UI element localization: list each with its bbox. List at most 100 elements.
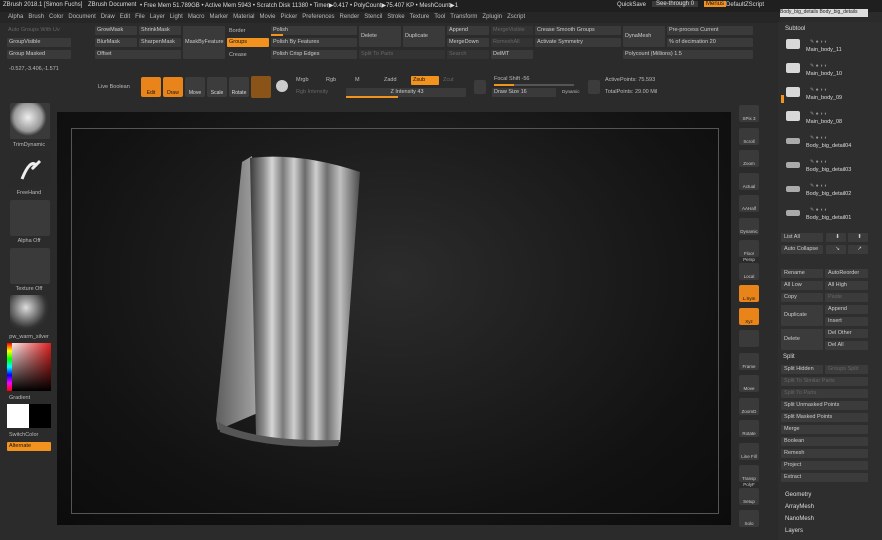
mesh-model[interactable] — [210, 150, 380, 450]
duplicate-button[interactable]: Duplicate — [403, 26, 445, 47]
layers-section[interactable]: Layers — [785, 528, 803, 534]
menu-item-layer[interactable]: Layer — [150, 12, 165, 23]
menu-item-document[interactable]: Document — [68, 12, 95, 23]
shelf-button-dynamic-persp[interactable]: Dynamic Persp — [739, 217, 759, 262]
split-similar-parts-button[interactable]: Split To Similar Parts — [781, 377, 868, 386]
boolean-section[interactable]: Boolean — [781, 437, 868, 446]
mask-by-feature-button[interactable]: MaskByFeature — [183, 26, 225, 59]
shelf-button-actual[interactable]: Actual — [739, 172, 759, 190]
shelf-button-xyz[interactable]: Xyz — [739, 307, 759, 325]
rename-button[interactable]: Rename — [781, 269, 823, 278]
group-masked-button[interactable]: Group Masked — [7, 50, 71, 59]
nanomesh-section[interactable]: NanoMesh — [785, 516, 814, 522]
secondary-color-swatch[interactable] — [29, 404, 51, 428]
delete-subtool-button[interactable]: Delete — [781, 329, 823, 350]
hue-strip[interactable] — [7, 343, 12, 391]
mrgb-toggle[interactable]: Mrgb — [296, 77, 309, 83]
subtool-toggle-icons[interactable]: ✎ ● ◖ ◐ — [810, 87, 827, 93]
subtool-toggle-icons[interactable]: ✎ ● ◖ ◐ — [810, 111, 827, 117]
shelf-button-solo[interactable]: Solo — [739, 510, 759, 527]
material-sphere-icon[interactable] — [251, 76, 271, 98]
subtool-item[interactable]: ✎ ● ◖ ◐ Main_body_09 — [780, 84, 868, 107]
menu-item-macro[interactable]: Macro — [188, 12, 205, 23]
decimation-slider[interactable]: % of decimation 20 — [667, 38, 753, 47]
menu-item-file[interactable]: File — [135, 12, 145, 23]
menu-item-draw[interactable]: Draw — [101, 12, 115, 23]
brush-settings-icon[interactable] — [474, 80, 486, 94]
subtool-header[interactable]: Subtool — [785, 26, 805, 32]
del-other-button[interactable]: Del Other — [825, 329, 868, 338]
menu-item-stencil[interactable]: Stencil — [364, 12, 382, 23]
shelf-button-transp[interactable]: Transp — [739, 465, 759, 482]
polish-crisp-edges-slider[interactable]: Polish Crisp Edges — [271, 50, 357, 59]
split-hidden-button[interactable]: Split Hidden — [781, 365, 823, 374]
crease-toggle[interactable]: Crease — [229, 52, 247, 58]
grow-mask-button[interactable]: GrowMask — [95, 26, 137, 35]
menu-item-transform[interactable]: Transform — [450, 12, 477, 23]
shelf-button-zoom[interactable]: Zoom — [739, 150, 759, 167]
shelf-button-l-sym[interactable]: L.Sym — [739, 285, 759, 302]
subtool-item[interactable]: ✎ ● ◖ ◐ Main_body_08 — [780, 108, 868, 131]
menu-item-zplugin[interactable]: Zplugin — [482, 12, 502, 23]
m-toggle[interactable]: M — [355, 77, 360, 83]
merge-section[interactable]: Merge — [781, 425, 868, 434]
menu-item-material[interactable]: Material — [233, 12, 254, 23]
rotate-mode-button[interactable]: Rotate — [229, 77, 249, 97]
remesh-section[interactable]: Remesh — [781, 449, 868, 458]
subtool-item[interactable]: ✎ ● ◖ ◐ Body_big_detail02 — [780, 180, 868, 203]
split-to-parts-button[interactable]: Split To Parts — [359, 50, 445, 59]
subtool-item[interactable]: ✎ ● ◖ ◐ Body_big_detail03 — [780, 156, 868, 179]
subtool-item[interactable]: ✎ ● ◖ ◐ Body_big_detail04 — [780, 132, 868, 155]
rgb-intensity-slider[interactable]: Rgb Intensity — [296, 89, 328, 95]
menu-item-tool[interactable]: Tool — [434, 12, 445, 23]
menu-item-picker[interactable]: Picker — [281, 12, 298, 23]
groups-split-button[interactable]: Groups Split — [825, 365, 868, 374]
preprocess-current-button[interactable]: Pre-process Current — [667, 26, 753, 35]
focal-shift-slider[interactable]: Focal Shift -56 — [494, 76, 529, 82]
zcut-toggle[interactable]: Zcut — [443, 77, 454, 83]
live-boolean-toggle[interactable]: Live Boolean — [98, 84, 130, 90]
menu-item-brush[interactable]: Brush — [28, 12, 44, 23]
subtool-toggle-icons[interactable]: ✎ ● ◖ ◐ — [810, 159, 827, 165]
subtool-item[interactable]: ✎ ● ◖ ◐ Main_body_11 — [780, 36, 868, 59]
merge-down-button[interactable]: MergeDown — [447, 38, 489, 47]
subtool-item[interactable]: ✎ ● ◖ ◐ Main_body_10 — [780, 60, 868, 83]
edit-mode-button[interactable]: Edit — [141, 77, 161, 97]
group-visible-button[interactable]: GroupVisible — [7, 38, 71, 47]
shelf-button-floor[interactable]: Floor — [739, 240, 759, 257]
shelf-button-aahalf[interactable]: AAHalf — [739, 195, 759, 212]
subtool-toggle-icons[interactable]: ✎ ● ◖ ◐ — [810, 135, 827, 141]
autoreorder-button[interactable]: AutoReorder — [825, 269, 868, 278]
subtool-toggle-icons[interactable]: ✎ ● ◖ ◐ — [810, 183, 827, 189]
append-subtool-button[interactable]: Append — [825, 305, 868, 314]
paste-button[interactable]: Paste — [825, 293, 868, 302]
shelf-button-spix-3[interactable]: SPix 3 — [739, 105, 759, 122]
switch-color-button[interactable]: SwitchColor — [9, 432, 59, 438]
shelf-button-blank-10[interactable] — [739, 330, 759, 347]
menu-item-movie[interactable]: Movie — [260, 12, 276, 23]
main-color-swatch[interactable] — [7, 404, 29, 428]
shelf-button-line-fill-polyf[interactable]: Line Fill PolyF — [739, 442, 759, 487]
menu-item-light[interactable]: Light — [170, 12, 183, 23]
auto-groups-uv[interactable]: Auto Groups With Uv — [8, 27, 60, 33]
subtool-tabs[interactable]: Body_big_details Body_big_details — [780, 9, 868, 17]
remesh-all-button[interactable]: RemeshAll — [491, 38, 533, 47]
subtool-toggle-icons[interactable]: ✎ ● ◖ ◐ — [810, 207, 827, 213]
arrow-down-icon[interactable]: ⬇ — [826, 233, 846, 242]
arrow-up-icon[interactable]: ⬆ — [848, 233, 868, 242]
append-button[interactable]: Append — [447, 26, 489, 35]
insert-button[interactable]: Insert — [825, 317, 868, 326]
polycount-slider[interactable]: Polycount (Millions) 1.5 — [623, 50, 753, 59]
shelf-button-scroll[interactable]: Scroll — [739, 127, 759, 145]
polish-slider[interactable]: Polish — [271, 26, 357, 35]
zadd-toggle[interactable]: Zadd — [384, 77, 397, 83]
color-picker[interactable] — [7, 343, 51, 391]
split-header[interactable]: Split — [783, 354, 795, 360]
crease-smooth-groups-button[interactable]: Crease Smooth Groups — [535, 26, 621, 35]
arrow-out-icon[interactable]: ↗ — [848, 245, 868, 254]
menu-item-preferences[interactable]: Preferences — [302, 12, 334, 23]
arrow-in-icon[interactable]: ↘ — [826, 245, 846, 254]
shelf-button-local[interactable]: Local — [739, 262, 759, 280]
default-zscript-button[interactable]: DefaultZScript — [726, 2, 764, 8]
menu-item-edit[interactable]: Edit — [120, 12, 130, 23]
